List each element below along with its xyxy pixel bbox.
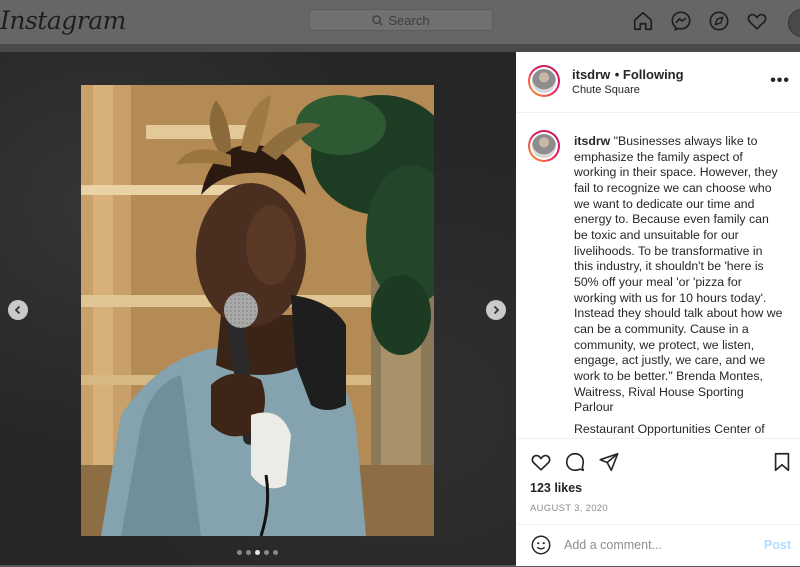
comment-input[interactable]: Add a comment... xyxy=(564,538,662,552)
post-date: AUGUST 3, 2020 xyxy=(530,503,608,514)
chevron-right-icon xyxy=(493,305,500,315)
location-label[interactable]: Chute Square xyxy=(572,84,640,96)
comment-box: Add a comment... Post xyxy=(516,524,800,567)
carousel-dot xyxy=(237,550,242,555)
carousel-dot xyxy=(246,550,251,555)
emoji-icon[interactable] xyxy=(530,534,552,556)
post-caption: itsdrw "Businesses always like to emphas… xyxy=(574,134,784,416)
caption-author-avatar[interactable] xyxy=(528,130,560,162)
author-line: itsdrw • Following xyxy=(572,66,684,84)
background-feed-strip xyxy=(0,44,800,52)
author-username[interactable]: itsdrw xyxy=(572,67,610,82)
caption-text: "Businesses always like to emphasize the… xyxy=(574,134,783,415)
post-detail-panel: itsdrw • Following Chute Square ••• itsd… xyxy=(516,52,800,566)
share-icon[interactable] xyxy=(598,451,620,473)
post-media-area xyxy=(0,52,516,565)
author-avatar[interactable] xyxy=(528,65,560,97)
instagram-logo[interactable]: Instagram xyxy=(0,6,126,35)
caption-username[interactable]: itsdrw xyxy=(574,134,610,148)
carousel-dot xyxy=(273,550,278,555)
carousel-indicator xyxy=(237,550,278,555)
post-actions-section: 123 likes AUGUST 3, 2020 Add a comment..… xyxy=(516,438,800,566)
carousel-dot xyxy=(264,550,269,555)
profile-avatar[interactable] xyxy=(788,9,800,37)
home-icon[interactable] xyxy=(632,10,654,32)
comment-icon[interactable] xyxy=(564,451,586,473)
explore-icon[interactable] xyxy=(708,10,730,32)
like-heart-icon[interactable] xyxy=(530,451,552,473)
caption-continued: Restaurant Opportunities Center of xyxy=(574,422,765,436)
post-photo xyxy=(81,85,434,536)
chevron-left-icon xyxy=(14,305,21,315)
more-options-button[interactable]: ••• xyxy=(770,72,790,90)
messenger-icon[interactable] xyxy=(670,10,692,32)
heart-icon[interactable] xyxy=(746,10,768,32)
top-nav-bar: Instagram Search xyxy=(0,0,800,45)
carousel-dot-active xyxy=(255,550,260,555)
carousel-prev-button[interactable] xyxy=(8,300,28,320)
search-placeholder: Search xyxy=(388,12,430,28)
bookmark-icon[interactable] xyxy=(771,451,793,473)
search-bar[interactable]: Search xyxy=(309,9,493,31)
photo-illustration xyxy=(81,85,434,536)
search-icon xyxy=(372,14,383,26)
post-header: itsdrw • Following Chute Square ••• xyxy=(516,52,800,113)
carousel-next-button[interactable] xyxy=(486,300,506,320)
like-count[interactable]: 123 likes xyxy=(530,481,582,495)
post-comment-button[interactable]: Post xyxy=(764,538,791,552)
following-label[interactable]: • Following xyxy=(615,67,684,82)
